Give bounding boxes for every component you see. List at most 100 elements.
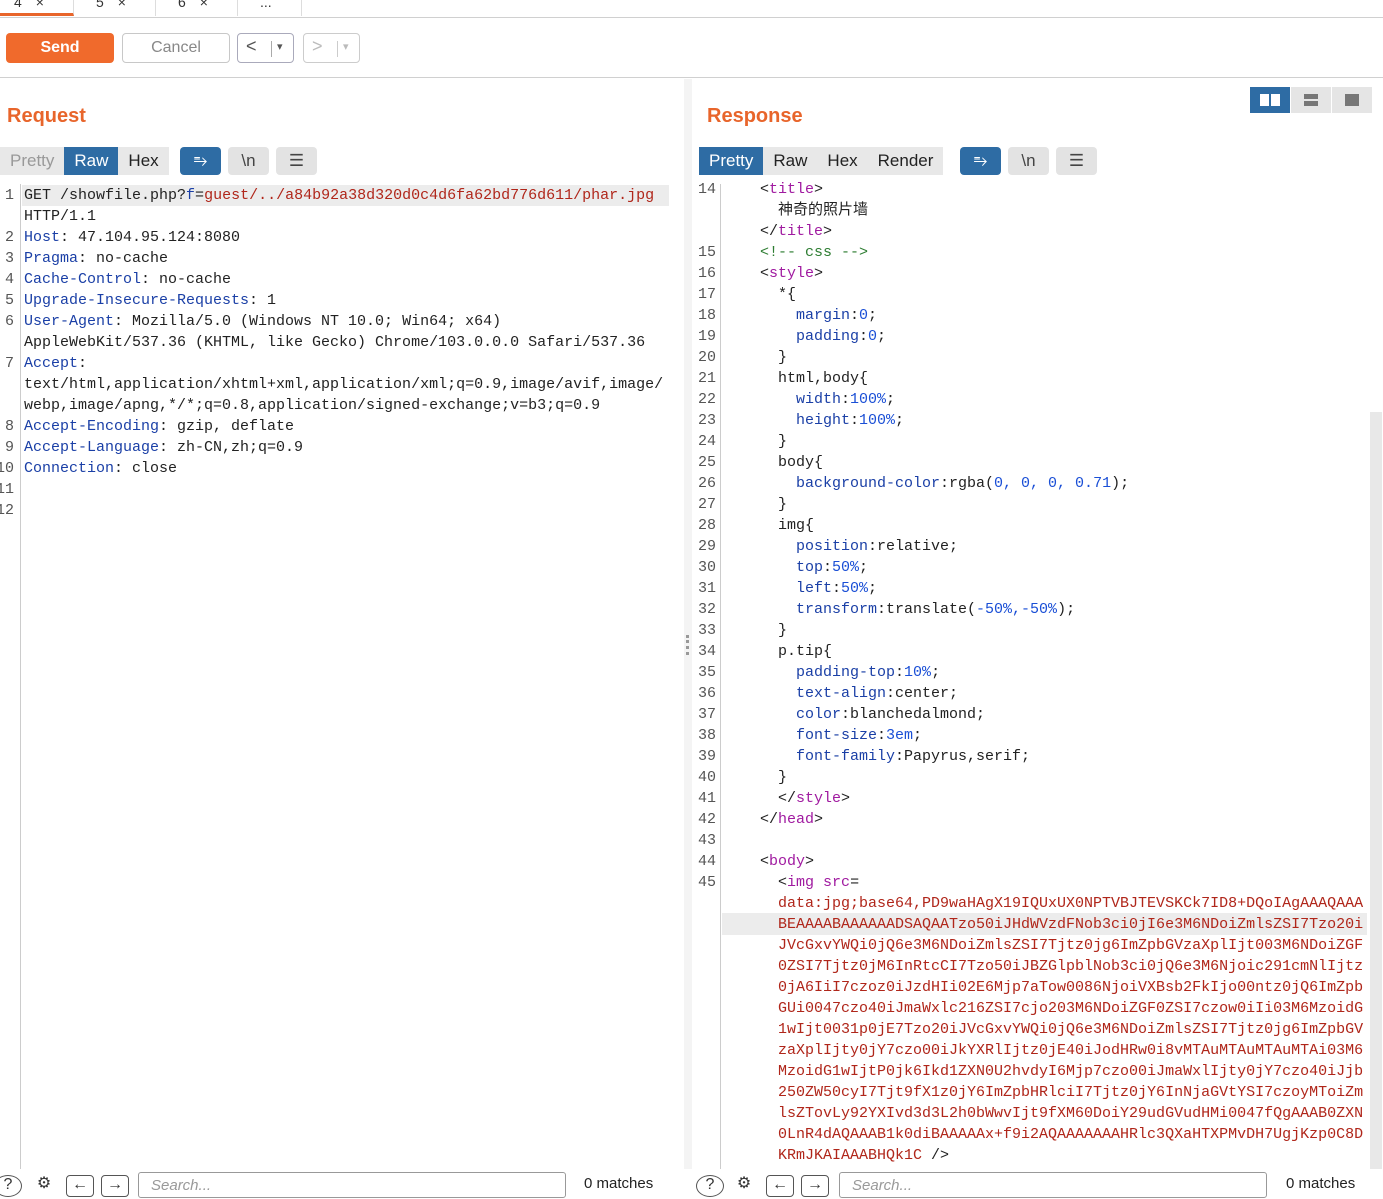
code-token: AppleWebKit/537.36 (KHTML, like Gecko) C… xyxy=(24,334,646,351)
arrow-left-icon[interactable]: ← xyxy=(766,1175,794,1197)
code-token: position xyxy=(796,538,869,555)
code-line: <!-- css --> xyxy=(760,242,868,263)
code-token: f xyxy=(186,187,196,204)
code-line: Pragma: no-cache xyxy=(24,248,168,269)
newline-icon[interactable]: \n xyxy=(1008,147,1049,175)
tab-pretty[interactable]: Pretty xyxy=(699,147,764,175)
code-token: 0 xyxy=(868,328,878,345)
code-token: height xyxy=(796,412,851,429)
code-token: /> xyxy=(922,1147,950,1164)
code-line: font-family:Papyrus,serif; xyxy=(796,746,1030,767)
close-icon[interactable]: × xyxy=(36,0,44,10)
code-token: zaXplIjty0jY7czo00iJkYXRlIjtz0jE40iJodHR… xyxy=(778,1042,1364,1059)
tab-4[interactable]: 4 × xyxy=(0,0,74,16)
tab-more[interactable]: ... xyxy=(238,0,302,16)
code-line: font-size:3em; xyxy=(796,725,922,746)
tab-strip: 4 × 5 × 6 × ... xyxy=(0,0,1383,18)
cancel-button[interactable]: Cancel xyxy=(122,33,230,63)
search-input[interactable]: Search... xyxy=(839,1172,1267,1198)
code-token: ; xyxy=(886,391,896,408)
code-token: transform xyxy=(796,601,878,618)
code-token: ; xyxy=(895,412,905,429)
gear-icon[interactable]: ⚙ xyxy=(730,1175,758,1197)
code-line: zaXplIjty0jY7czo00iJkYXRlIjtz0jE40iJodHR… xyxy=(778,1040,1363,1061)
close-icon[interactable]: × xyxy=(200,0,208,10)
code-token: BEAAAABAAAAAADSAQAATzo50iJHdWVzdFNob3ci0… xyxy=(778,916,1364,933)
chevron-down-icon[interactable]: ▾ xyxy=(343,40,349,53)
code-token: style xyxy=(769,265,815,282)
line-number: 45 xyxy=(697,874,716,891)
chevron-left-icon: < xyxy=(246,36,257,56)
help-icon[interactable]: ? xyxy=(0,1175,22,1197)
menu-icon[interactable]: ☰ xyxy=(276,147,317,175)
arrow-left-icon[interactable]: ← xyxy=(66,1175,94,1197)
tab-render[interactable]: Render xyxy=(867,147,944,175)
code-line: padding-top:10%; xyxy=(796,662,940,683)
scrollbar[interactable] xyxy=(1370,412,1382,1169)
split-horizontal-icon[interactable] xyxy=(1250,87,1290,113)
layout-switcher xyxy=(1250,87,1372,113)
code-token: 3em xyxy=(886,727,914,744)
code-token: > xyxy=(823,223,833,240)
code-token: : no-cache xyxy=(78,250,169,267)
request-editor[interactable]: GET /showfile.php?f=guest/../a84b92a38d3… xyxy=(24,185,674,1169)
newline-icon[interactable]: \n xyxy=(228,147,269,175)
code-token: img{ xyxy=(778,517,815,534)
code-token: ); xyxy=(1111,475,1130,492)
code-token: :center; xyxy=(886,685,959,702)
wrap-lines-icon[interactable]: ⥱ xyxy=(960,147,1001,175)
code-token: > xyxy=(814,811,824,828)
code-line: <title> xyxy=(760,179,823,200)
code-token: 0, 0, 0, 0.71 xyxy=(994,475,1112,492)
code-line: BEAAAABAAAAAADSAQAATzo50iJHdWVzdFNob3ci0… xyxy=(778,914,1363,935)
arrow-right-icon[interactable]: → xyxy=(101,1175,129,1197)
code-line: AppleWebKit/537.36 (KHTML, like Gecko) C… xyxy=(24,332,645,353)
code-token: Upgrade-Insecure-Requests xyxy=(24,292,250,309)
code-line: top:50%; xyxy=(796,557,868,578)
code-token: } xyxy=(778,622,788,639)
code-token: } xyxy=(778,496,788,513)
code-token: :Papyrus,serif; xyxy=(895,748,1031,765)
code-token: : 47.104.95.124:8080 xyxy=(60,229,241,246)
tab-raw[interactable]: Raw xyxy=(64,147,119,175)
code-token: :blanchedalmond; xyxy=(841,706,986,723)
forward-button[interactable]: > ▾ xyxy=(303,33,360,63)
code-line: width:100%; xyxy=(796,389,895,410)
help-icon[interactable]: ? xyxy=(696,1175,724,1197)
chevron-right-icon: > xyxy=(312,36,323,56)
send-button[interactable]: Send xyxy=(6,33,114,63)
code-token: User-Agent xyxy=(24,313,115,330)
response-editor[interactable]: <title> 神奇的照片墙 </title> <!-- css --> <style>… xyxy=(724,179,1367,1169)
split-vertical-icon[interactable] xyxy=(1291,87,1331,113)
back-button[interactable]: < ▾ xyxy=(237,33,294,63)
line-number: 4 xyxy=(4,271,14,288)
single-pane-icon[interactable] xyxy=(1332,87,1372,113)
code-token: head xyxy=(778,811,815,828)
wrap-lines-icon[interactable]: ⥱ xyxy=(180,147,221,175)
code-line: position:relative; xyxy=(796,536,958,557)
code-token: </ xyxy=(760,223,779,240)
tab-raw[interactable]: Raw xyxy=(763,147,818,175)
code-token: 50% xyxy=(841,580,869,597)
tab-hex[interactable]: Hex xyxy=(817,147,868,175)
divider xyxy=(271,41,272,57)
code-line: <body> xyxy=(760,851,814,872)
gear-icon[interactable]: ⚙ xyxy=(30,1175,58,1197)
code-token: font-size xyxy=(796,727,878,744)
tab-pretty[interactable]: Pretty xyxy=(0,147,65,175)
chevron-down-icon[interactable]: ▾ xyxy=(277,40,283,53)
tab-5[interactable]: 5 × xyxy=(74,0,156,16)
line-number: 7 xyxy=(4,355,14,372)
close-icon[interactable]: × xyxy=(118,0,126,10)
code-token: body xyxy=(769,853,806,870)
line-number: 14 xyxy=(697,181,716,198)
arrow-right-icon[interactable]: → xyxy=(801,1175,829,1197)
menu-icon[interactable]: ☰ xyxy=(1056,147,1097,175)
tab-hex[interactable]: Hex xyxy=(118,147,169,175)
search-input[interactable]: Search... xyxy=(138,1172,566,1198)
code-line: GUi0047czo40iJmaWxlc216ZSI7cjo203M6NDoiZ… xyxy=(778,998,1363,1019)
pane-splitter[interactable] xyxy=(684,79,692,1169)
code-token: } xyxy=(778,349,788,366)
line-number: 40 xyxy=(697,769,716,786)
tab-6[interactable]: 6 × xyxy=(156,0,238,16)
